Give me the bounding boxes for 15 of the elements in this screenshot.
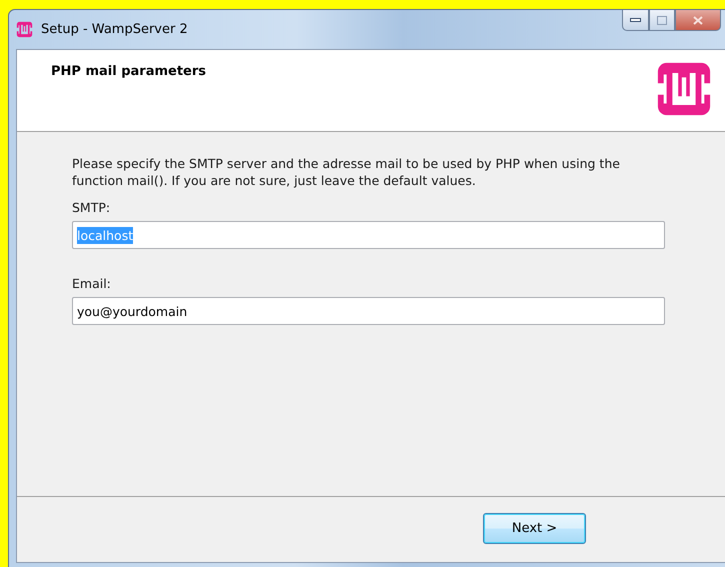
field-label: Email: — [72, 276, 112, 291]
minimize-icon — [630, 18, 641, 22]
page-title: PHP mail parameters — [51, 64, 206, 81]
wamp-logo-icon — [655, 60, 713, 118]
minimize-button[interactable] — [622, 10, 649, 31]
close-icon — [693, 16, 703, 24]
maximize-button[interactable] — [649, 10, 675, 31]
maximize-icon — [657, 16, 667, 24]
window-title: Setup - WampServer 2 — [41, 22, 188, 37]
next-button[interactable]: Next > — [483, 513, 586, 544]
close-button[interactable] — [675, 10, 721, 31]
app-logo-icon — [16, 21, 33, 38]
text-field[interactable]: you@yourdomain — [72, 297, 665, 325]
field-label: SMTP: — [72, 200, 112, 215]
instructions-text: Please specify the SMTP server and the adresse mail to be used by PHP when using the function mail(). If you are not sure, just leave the default values. — [72, 155, 621, 189]
